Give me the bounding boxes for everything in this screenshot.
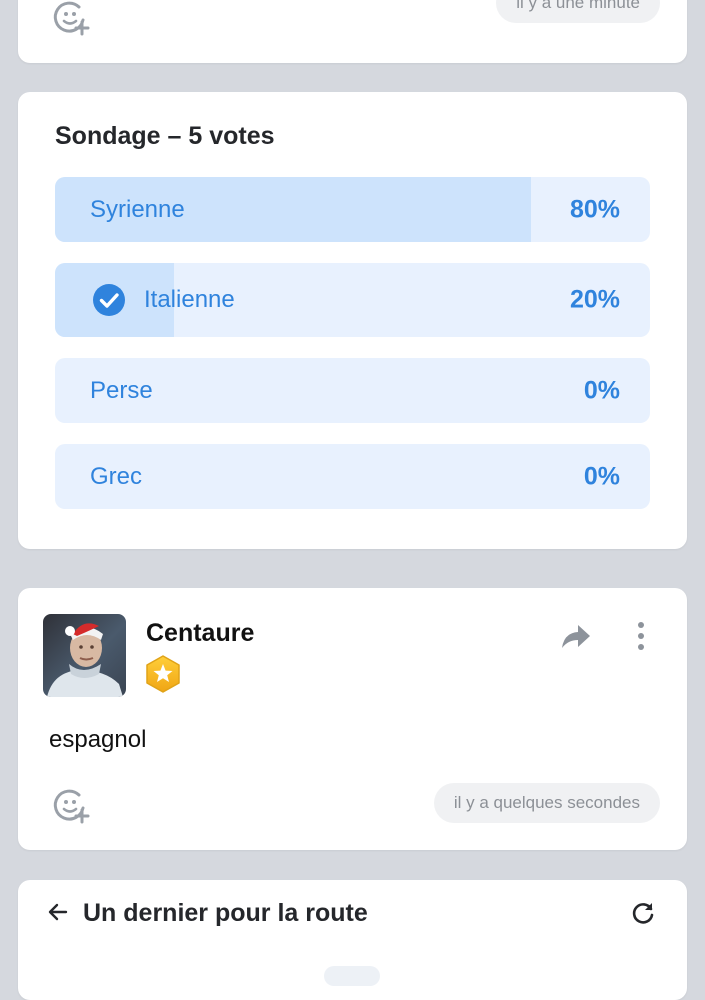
poll-option-label: Italienne (144, 286, 235, 313)
add-reaction-icon[interactable] (52, 786, 90, 829)
poll-option-percent: 0% (583, 462, 620, 490)
poll-option-syrienne[interactable]: Syrienne 80% (55, 177, 650, 242)
add-reaction-icon[interactable] (52, 0, 90, 41)
chip (324, 966, 380, 986)
poll-option-label: Syrienne (90, 195, 185, 223)
poll-option-percent: 0% (583, 376, 620, 404)
avatar[interactable] (43, 614, 126, 697)
arrow-left-icon[interactable] (46, 900, 70, 929)
author-name[interactable]: Centaure (146, 619, 254, 648)
poll-option-italienne[interactable]: Italienne 20% (55, 263, 650, 337)
post-card: Centaure espagnol il y a quelques second… (18, 588, 687, 850)
room-card: Un dernier pour la route (18, 880, 687, 1000)
poll-option-perse[interactable]: Perse 0% (55, 358, 650, 423)
more-vertical-icon[interactable] (634, 621, 648, 656)
post-text: espagnol (49, 726, 147, 753)
previous-post-card: il y a une minute (18, 0, 687, 63)
timestamp: il y a quelques secondes (433, 783, 660, 823)
poll-option-percent: 80% (569, 195, 620, 223)
poll-option-percent: 20% (569, 285, 620, 314)
share-icon[interactable] (560, 622, 592, 655)
star-badge-icon (144, 654, 182, 699)
room-title: Un dernier pour la route (83, 899, 368, 927)
poll-card: Sondage – 5 votes Syrienne 80% Italienne… (18, 92, 687, 549)
timestamp: il y a une minute (496, 0, 660, 23)
poll-title: Sondage – 5 votes (55, 122, 275, 150)
poll-option-label: Perse (90, 376, 153, 404)
poll-option-grec[interactable]: Grec 0% (55, 444, 650, 509)
check-circle-icon (92, 283, 126, 317)
refresh-icon[interactable] (630, 900, 656, 931)
poll-option-label: Grec (90, 462, 143, 490)
